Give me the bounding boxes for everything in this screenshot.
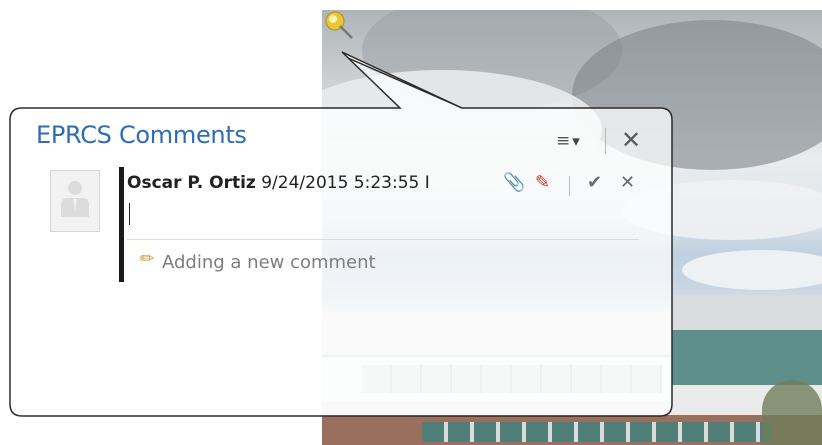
comment-status-text: Adding a new comment [162,252,376,273]
dropdown-icon: ▾ [572,132,580,150]
panel-title: EPRCS Comments [36,121,247,149]
paperclip-icon[interactable]: 📎 [503,172,525,193]
close-icon[interactable]: ✕ [618,127,644,153]
cancel-icon[interactable]: ✕ [620,172,635,193]
comment-divider [127,239,639,240]
comment-author: Oscar P. Ortiz [127,173,256,193]
checkmark-icon[interactable]: ✔ [587,172,602,193]
toolbar-separator [605,128,606,154]
comment-header: Oscar P. Ortiz 9/24/2015 5:23:55 I [127,173,489,193]
panel-menu-button[interactable]: ≡ ▾ [556,128,594,154]
highlighter-icon[interactable]: ✎ [535,172,550,193]
menu-icon: ≡ [556,131,571,151]
avatar-icon [61,181,89,217]
comment-indicator-bar [119,167,124,282]
avatar [50,170,100,232]
pencil-icon: ✏ [140,249,155,269]
comment-text-input[interactable] [129,203,130,225]
comment-toolbar-separator [569,176,570,196]
comment-timestamp: 9/24/2015 5:23:55 I [261,173,430,193]
